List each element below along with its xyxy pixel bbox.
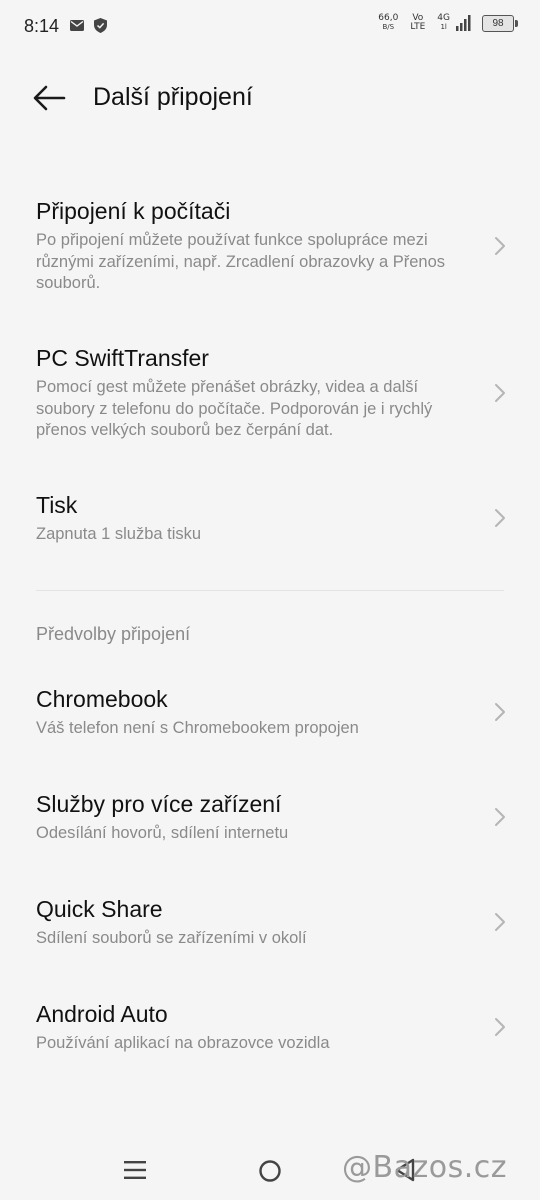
- list-item-quick-share[interactable]: Quick Share Sdílení souborů se zařízením…: [0, 896, 540, 966]
- battery-level: 98: [492, 17, 504, 29]
- network-type: 4G 1l: [437, 14, 450, 32]
- app-header: Další připojení: [0, 66, 540, 130]
- list-item-title: Android Auto: [36, 1001, 168, 1027]
- signal-icon: [456, 15, 471, 31]
- list-item-description: Váš telefon není s Chromebookem propojen: [36, 719, 359, 737]
- list-item-title: Připojení k počítači: [36, 198, 231, 224]
- status-time: 8:14: [24, 16, 60, 36]
- page-title: Další připojení: [93, 83, 253, 111]
- watermark: @Bazos.cz: [342, 1150, 507, 1185]
- list-item-pc-swifttransfer[interactable]: PC SwiftTransfer Pomocí gest můžete přen…: [0, 345, 540, 455]
- shield-icon: [94, 18, 107, 33]
- list-item-chromebook[interactable]: Chromebook Váš telefon není s Chromebook…: [0, 686, 540, 756]
- list-item-description: Pomocí gest můžete přenášet obrázky, vid…: [36, 378, 433, 439]
- arrow-left-icon: [33, 85, 66, 111]
- section-header: Předvolby připojení: [36, 624, 191, 644]
- notification-icons: [70, 18, 107, 33]
- home-circle-icon[interactable]: [258, 1159, 282, 1183]
- chevron-right-icon: [495, 1018, 505, 1036]
- list-item-description: Odesílání hovorů, sdílení internetu: [36, 824, 289, 842]
- list-item-description: Používání aplikací na obrazovce vozidla: [36, 1034, 330, 1052]
- list-item-android-auto[interactable]: Android Auto Používání aplikací na obraz…: [0, 1001, 540, 1071]
- list-item-title: Chromebook: [36, 686, 168, 712]
- list-item-description: Zapnuta 1 služba tisku: [36, 525, 202, 543]
- list-item-title: PC SwiftTransfer: [36, 345, 209, 371]
- list-item-multi-device-services[interactable]: Služby pro více zařízení Odesílání hovor…: [0, 791, 540, 861]
- chevron-right-icon: [495, 237, 505, 255]
- volte-indicator: Vo LTE: [410, 14, 425, 32]
- chevron-right-icon: [495, 808, 505, 826]
- list-item-print[interactable]: Tisk Zapnuta 1 služba tisku: [0, 492, 540, 562]
- back-button[interactable]: [30, 78, 70, 118]
- chevron-right-icon: [495, 703, 505, 721]
- net-speed-value: 66,0: [378, 13, 399, 23]
- volte-bottom: LTE: [410, 22, 426, 32]
- chevron-right-icon: [495, 384, 505, 402]
- status-right-icons: 66,0 B/S Vo LTE 4G 1l 98: [378, 14, 518, 32]
- network-type-label: 4G: [437, 13, 450, 23]
- list-item-title: Tisk: [36, 492, 78, 518]
- battery-indicator: 98: [482, 14, 518, 32]
- net-speed-unit: B/S: [382, 23, 395, 31]
- mail-icon: [70, 20, 84, 31]
- chevron-right-icon: [495, 913, 505, 931]
- list-item-title: Služby pro více zařízení: [36, 791, 282, 817]
- chevron-right-icon: [495, 509, 505, 527]
- list-item-description: Sdílení souborů se zařízeními v okolí: [36, 929, 307, 947]
- recents-menu-icon[interactable]: [124, 1160, 146, 1180]
- network-sub-label: 1l: [440, 23, 447, 31]
- list-item-description: Po připojení můžete používat funkce spol…: [36, 231, 445, 292]
- section-divider: [36, 590, 504, 591]
- list-item-title: Quick Share: [36, 896, 163, 922]
- status-bar: 8:14 66,0 B/S Vo LTE 4G 1l 98: [0, 0, 540, 56]
- net-speed: 66,0 B/S: [378, 14, 398, 32]
- list-item-pc-connection[interactable]: Připojení k počítači Po připojení můžete…: [0, 198, 540, 308]
